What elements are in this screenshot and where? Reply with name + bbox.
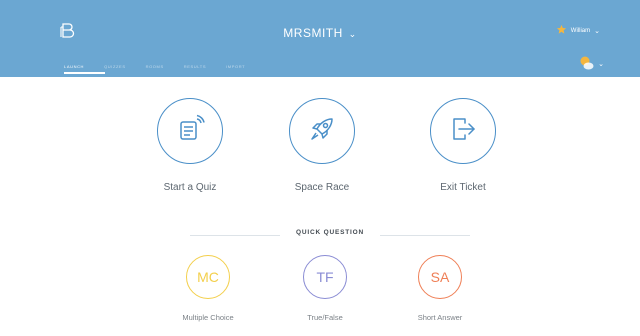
tf-abbr: TF: [316, 269, 334, 285]
tab-launch[interactable]: LAUNCH: [64, 64, 84, 69]
chevron-down-icon: ⌄: [598, 61, 604, 68]
room-name: MRSMITH: [283, 26, 343, 40]
activity-label: Exit Ticket: [440, 182, 486, 193]
quiz-icon: [175, 114, 205, 149]
quick-question-label: Multiple Choice: [182, 313, 234, 322]
short-answer-button[interactable]: SA: [418, 255, 462, 299]
quick-question-label: True/False: [307, 313, 343, 322]
quick-question-divider: QUICK QUESTION: [190, 226, 470, 246]
chevron-down-icon: ⌄: [594, 27, 600, 35]
tab-quizzes[interactable]: QUIZZES: [104, 64, 126, 69]
multiple-choice-button[interactable]: MC: [186, 255, 230, 299]
exit-ticket-button[interactable]: [430, 98, 496, 164]
mc-abbr: MC: [197, 269, 219, 285]
start-quiz-option[interactable]: Start a Quiz: [140, 98, 240, 193]
chevron-down-icon: ⌄: [348, 29, 357, 39]
short-answer-option[interactable]: SA Short Answer: [400, 255, 480, 322]
room-selector[interactable]: MRSMITH ⌄: [0, 26, 640, 40]
divider-line: [380, 235, 470, 236]
space-race-button[interactable]: [289, 98, 355, 164]
activity-label: Start a Quiz: [163, 182, 217, 193]
true-false-button[interactable]: TF: [303, 255, 347, 299]
tab-rooms[interactable]: ROOMS: [146, 64, 164, 69]
star-icon: [556, 24, 567, 37]
multiple-choice-option[interactable]: MC Multiple Choice: [168, 255, 248, 322]
top-header: MRSMITH ⌄ William ⌄ LAUNCH QUIZZES ROOMS…: [0, 0, 640, 77]
user-menu[interactable]: William ⌄: [556, 24, 600, 37]
quick-question-label: Short Answer: [417, 313, 463, 322]
active-tab-underline: [64, 72, 105, 74]
space-race-option[interactable]: Space Race: [272, 98, 372, 193]
activity-label: Space Race: [294, 182, 350, 193]
exit-icon: [447, 113, 479, 150]
start-quiz-button[interactable]: [157, 98, 223, 164]
exit-ticket-option[interactable]: Exit Ticket: [413, 98, 513, 193]
notification-menu[interactable]: ⌄: [579, 55, 604, 73]
tab-import[interactable]: IMPORT: [226, 64, 245, 69]
rocket-icon: [306, 113, 338, 150]
true-false-option[interactable]: TF True/False: [285, 255, 365, 322]
notification-icon: [579, 55, 595, 73]
tab-results[interactable]: RESULTS: [184, 64, 206, 69]
sa-abbr: SA: [430, 269, 450, 285]
nav-tabs: LAUNCH QUIZZES ROOMS RESULTS IMPORT: [64, 64, 245, 69]
user-name: William: [570, 27, 591, 34]
